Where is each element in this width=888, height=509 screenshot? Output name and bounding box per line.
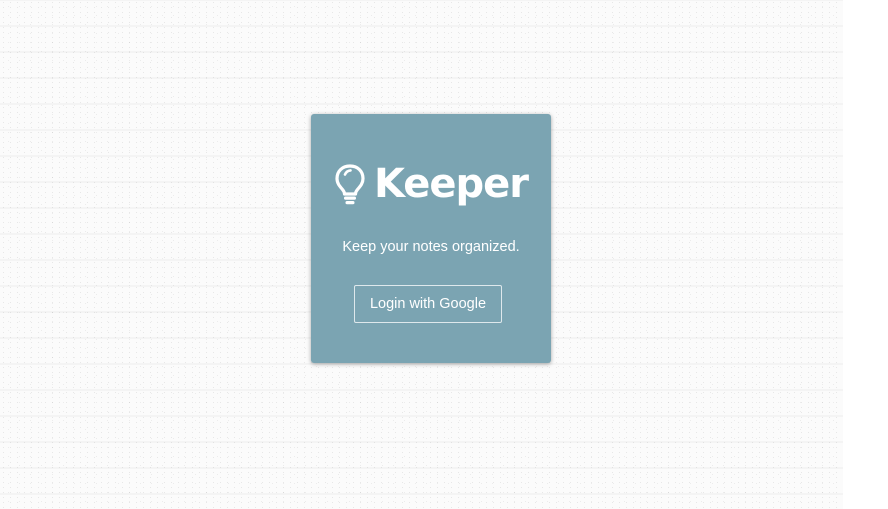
app-title: Keeper [373,161,529,207]
login-with-google-button[interactable]: Login with Google [354,285,502,323]
lightbulb-icon [334,163,366,205]
app-logo: Keeper [311,158,551,210]
page-margin [843,0,888,509]
tagline: Keep your notes organized. [342,239,520,255]
login-card: Keeper Keep your notes organized. Login … [311,114,551,363]
